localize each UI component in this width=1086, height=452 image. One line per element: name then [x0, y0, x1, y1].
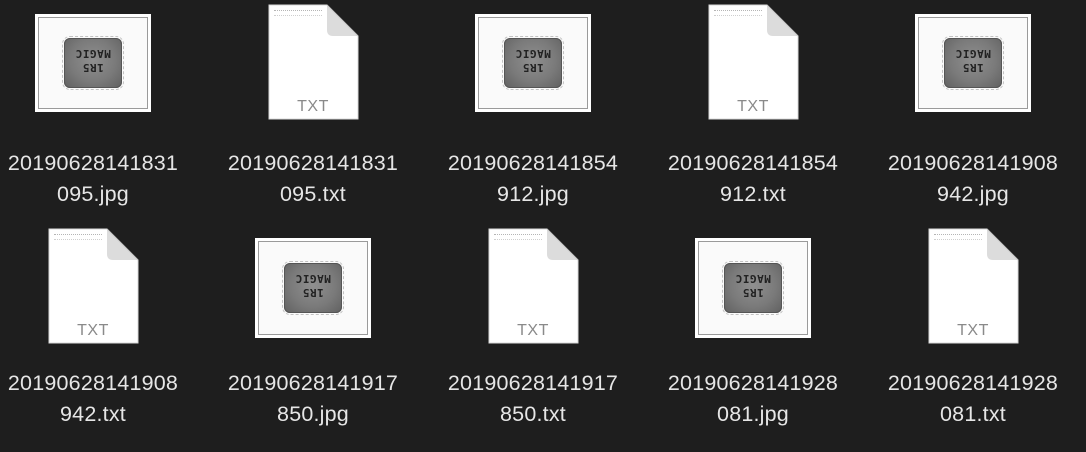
chip-marking: 1R5 — [742, 286, 764, 299]
file-name: 20190628141928 081.txt — [887, 371, 1059, 426]
text-document-icon: TXT — [927, 228, 1019, 344]
file-thumbnail: TXT — [643, 4, 863, 120]
text-document-icon: TXT — [707, 4, 799, 120]
file-thumbnail: 1R5 MAGIC — [863, 14, 1083, 126]
chip-photo: 1R5 MAGIC — [282, 261, 344, 315]
file-item[interactable]: TXT 20190628141854 912.txt — [643, 4, 863, 218]
file-thumbnail: 1R5 MAGIC — [0, 14, 203, 126]
chip-marking: 1R5 — [82, 61, 104, 74]
file-name: 20190628141854 912.txt — [667, 151, 839, 206]
chip-marking: MAGIC — [75, 47, 111, 60]
chip-photo: 1R5 MAGIC — [502, 36, 564, 90]
file-thumbnail: TXT — [203, 4, 423, 120]
file-item[interactable]: TXT 20190628141928 081.txt — [863, 228, 1083, 442]
chip-marking: 1R5 — [962, 61, 984, 74]
text-document-icon: TXT — [487, 228, 579, 344]
chip-marking: MAGIC — [955, 47, 991, 60]
file-thumbnail: 1R5 MAGIC — [643, 238, 863, 350]
file-item[interactable]: 1R5 MAGIC 20190628141928 081.jpg — [643, 238, 863, 452]
chip-marking: 1R5 — [522, 61, 544, 74]
file-thumbnail: TXT — [0, 228, 203, 344]
file-item[interactable]: 1R5 MAGIC 20190628141831 095.jpg — [0, 14, 203, 228]
file-item[interactable]: TXT 20190628141908 942.txt — [0, 228, 203, 442]
chip-marking: MAGIC — [735, 272, 771, 285]
file-name: 20190628141908 942.jpg — [887, 151, 1059, 206]
file-thumbnail: 1R5 MAGIC — [203, 238, 423, 350]
file-item[interactable]: 1R5 MAGIC 20190628141854 912.jpg — [423, 14, 643, 228]
file-type-label: TXT — [737, 98, 769, 115]
file-thumbnail: TXT — [863, 228, 1083, 344]
file-name: 20190628141831 095.jpg — [7, 151, 179, 206]
file-name: 20190628141917 850.txt — [447, 371, 619, 426]
file-item[interactable]: 1R5 MAGIC 20190628141917 850.jpg — [203, 238, 423, 452]
file-item[interactable]: 1R5 MAGIC 20190628141908 942.jpg — [863, 14, 1083, 228]
file-item[interactable]: TXT 20190628141917 850.txt — [423, 228, 643, 442]
image-thumbnail-icon: 1R5 MAGIC — [695, 238, 811, 338]
chip-photo: 1R5 MAGIC — [62, 36, 124, 90]
chip-marking: 1R5 — [302, 286, 324, 299]
file-name: 20190628141831 095.txt — [227, 151, 399, 206]
chip-photo: 1R5 MAGIC — [942, 36, 1004, 90]
file-thumbnail: TXT — [423, 228, 643, 344]
chip-marking: MAGIC — [295, 272, 331, 285]
file-item[interactable]: TXT 20190628141831 095.txt — [203, 4, 423, 218]
file-icon-grid: 1R5 MAGIC 20190628141831 095.jpg TXT 201… — [0, 0, 1086, 438]
image-thumbnail-icon: 1R5 MAGIC — [255, 238, 371, 338]
image-thumbnail-icon: 1R5 MAGIC — [35, 14, 151, 112]
file-type-label: TXT — [957, 322, 989, 339]
file-name: 20190628141908 942.txt — [7, 371, 179, 426]
file-type-label: TXT — [297, 98, 329, 115]
file-name: 20190628141928 081.jpg — [667, 371, 839, 426]
image-thumbnail-icon: 1R5 MAGIC — [475, 14, 591, 112]
image-thumbnail-icon: 1R5 MAGIC — [915, 14, 1031, 112]
chip-photo: 1R5 MAGIC — [722, 261, 784, 315]
file-name: 20190628141917 850.jpg — [227, 371, 399, 426]
file-name: 20190628141854 912.jpg — [447, 151, 619, 206]
file-thumbnail: 1R5 MAGIC — [423, 14, 643, 126]
file-type-label: TXT — [77, 322, 109, 339]
text-document-icon: TXT — [47, 228, 139, 344]
file-type-label: TXT — [517, 322, 549, 339]
chip-marking: MAGIC — [515, 47, 551, 60]
text-document-icon: TXT — [267, 4, 359, 120]
